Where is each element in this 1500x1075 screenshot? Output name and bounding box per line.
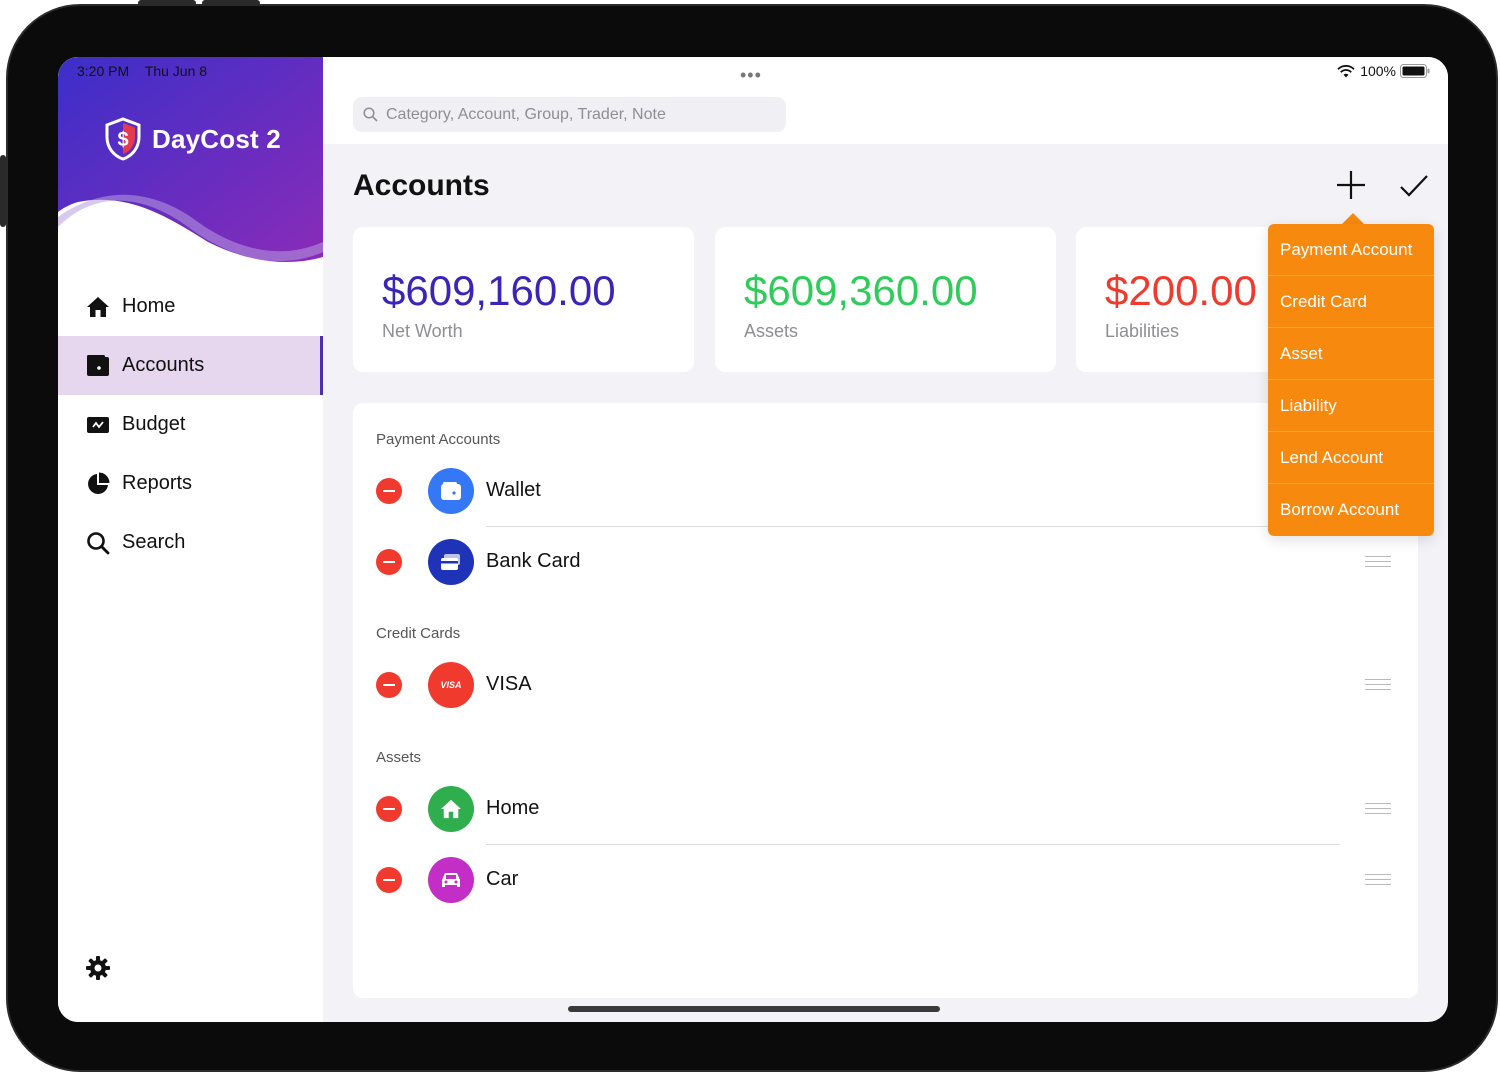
home-indicator[interactable] [568,1006,940,1012]
status-bar-left: 3:20 PM Thu Jun 8 [77,63,219,79]
net-worth-label: Net Worth [382,321,463,341]
volume-up-button [138,0,196,6]
delete-icon[interactable] [376,672,402,698]
battery-percent: 100% [1360,63,1396,79]
house-icon [428,786,474,832]
net-worth-amount: $609,160.00 [382,267,616,314]
row-divider [486,844,1340,845]
status-time: 3:20 PM [77,63,130,79]
svg-text:$: $ [117,129,128,151]
search-icon [363,107,378,122]
wifi-icon [1337,64,1355,77]
sidebar-item-reports[interactable]: Reports [58,454,323,513]
add-account-menu: Payment Account Credit Card Asset Liabil… [1268,224,1434,536]
reorder-handle-icon[interactable] [1365,874,1391,886]
menu-item-liability[interactable]: Liability [1268,380,1434,432]
status-bar-right: 100% [1337,63,1430,79]
visa-icon-text: VISA [440,680,462,690]
sidebar-item-budget[interactable]: Budget [58,395,323,454]
sidebar-item-accounts[interactable]: Accounts [58,336,323,395]
status-date: Thu Jun 8 [144,63,208,79]
app-name: DayCost 2 [152,123,281,154]
shield-dollar-icon: $ [105,117,141,161]
delete-icon[interactable] [376,549,402,575]
menu-item-asset[interactable]: Asset [1268,328,1434,380]
section-title-payment-accounts: Payment Accounts [376,431,501,448]
assets-label: Assets [744,321,799,341]
wallet-icon [86,354,110,378]
search-input[interactable] [386,105,766,124]
account-name: Wallet [486,479,541,501]
sidebar-header-background [58,57,323,262]
section-title-credit-cards: Credit Cards [376,625,461,642]
gear-icon[interactable] [85,955,111,981]
menu-item-borrow-account[interactable]: Borrow Account [1268,484,1434,536]
account-name: VISA [486,673,532,695]
battery-icon [1400,64,1430,78]
app-logo: $ DayCost 2 [104,117,281,161]
account-name: Car [486,868,519,890]
menu-item-lend-account[interactable]: Lend Account [1268,432,1434,484]
delete-icon[interactable] [376,478,402,504]
screen: 3:20 PM Thu Jun 8 $ DayCost 2 Home Accou… [58,57,1448,1022]
sidebar-item-label: Accounts [122,354,205,376]
sidebar-item-home[interactable]: Home [58,277,323,336]
account-row-wallet[interactable]: Wallet [353,461,1418,527]
delete-icon[interactable] [376,796,402,822]
done-checkmark-button[interactable] [1398,171,1430,201]
assets-amount: $609,360.00 [744,267,978,314]
account-row-home[interactable]: Home [353,779,1418,845]
account-row-visa[interactable]: VISA VISA [353,655,1418,715]
section-title-assets: Assets [376,749,422,766]
account-name: Bank Card [486,550,581,572]
pie-chart-icon [86,472,110,496]
bank-card-icon [428,539,474,585]
side-button [0,155,6,227]
car-icon [428,857,474,903]
liabilities-amount: $200.00 [1105,267,1257,314]
net-worth-card: $609,160.00 Net Worth [353,227,694,372]
budget-icon [86,413,110,437]
reorder-handle-icon[interactable] [1365,556,1391,568]
volume-down-button [202,0,260,6]
sidebar-nav: Home Accounts Budget Reports Search [58,277,323,572]
reorder-handle-icon[interactable] [1365,679,1391,691]
sidebar-item-search[interactable]: Search [58,513,323,572]
search-bar[interactable] [353,97,786,132]
magnifier-icon [86,531,110,555]
add-account-button[interactable] [1335,169,1367,201]
sidebar: 3:20 PM Thu Jun 8 $ DayCost 2 Home Accou… [58,57,323,1022]
accounts-list: Payment Accounts Wallet Bank Card Credit… [353,403,1418,998]
sidebar-item-label: Search [122,531,186,553]
sidebar-item-label: Home [122,295,176,317]
house-icon [86,295,110,319]
account-row-bank-card[interactable]: Bank Card [353,532,1418,592]
visa-icon: VISA [428,662,474,708]
sidebar-item-label: Budget [122,413,186,435]
top-bar: ••• 100% [323,57,1448,144]
menu-item-credit-card[interactable]: Credit Card [1268,276,1434,328]
menu-item-payment-account[interactable]: Payment Account [1268,224,1434,276]
page-title: Accounts [353,169,490,202]
wallet-icon [428,468,474,514]
multitasking-dots-icon[interactable]: ••• [740,65,762,86]
assets-card: $609,360.00 Assets [715,227,1056,372]
account-name: Home [486,797,540,819]
account-row-car[interactable]: Car [353,850,1418,910]
delete-icon[interactable] [376,867,402,893]
reorder-handle-icon[interactable] [1365,803,1391,815]
liabilities-label: Liabilities [1105,321,1180,341]
sidebar-item-label: Reports [122,472,193,494]
